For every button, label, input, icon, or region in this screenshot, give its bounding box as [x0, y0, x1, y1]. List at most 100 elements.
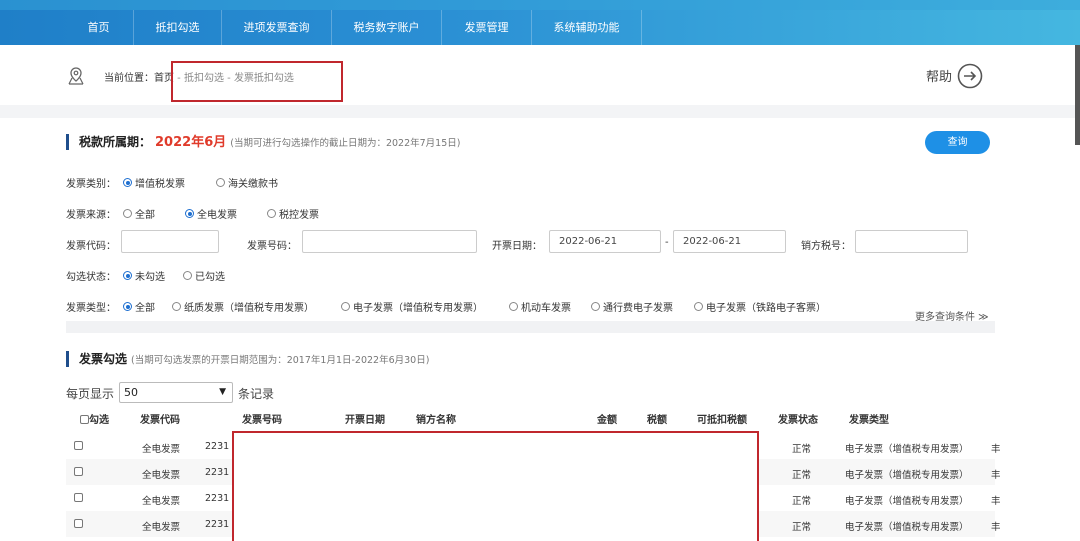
highlight-box	[171, 61, 343, 102]
radio-customs-bill[interactable]: 海关缴款书	[216, 175, 278, 190]
radio-type-railway[interactable]: 电子发票（铁路电子客票）	[694, 299, 826, 314]
row-tail: 丰	[991, 496, 1001, 507]
row-code: 2231	[205, 441, 230, 452]
radio-unselected[interactable]	[694, 302, 703, 311]
row-status: 正常	[792, 496, 812, 507]
row-source: 全电发票	[142, 496, 181, 507]
nav-home[interactable]: 首页	[64, 10, 134, 45]
nav-invoice-management[interactable]: 发票管理	[442, 10, 532, 45]
radio-checked[interactable]: 已勾选	[183, 268, 225, 283]
option-label: 电子发票（增值税专用发票）	[353, 303, 483, 314]
row-checkbox[interactable]	[74, 467, 83, 476]
col-status: 发票状态	[778, 415, 818, 426]
query-button[interactable]: 查询	[925, 131, 990, 154]
col-check-label: 勾选	[89, 415, 109, 426]
col-deductible-tax: 可抵扣税额	[697, 415, 747, 426]
radio-type-toll[interactable]: 通行费电子发票	[591, 299, 673, 314]
invoice-code-input[interactable]	[121, 230, 219, 253]
radio-vat-invoice[interactable]: 增值税发票	[123, 175, 185, 190]
issue-date-label: 开票日期：	[492, 241, 542, 252]
radio-source-all[interactable]: 全部	[123, 206, 155, 221]
option-label: 增值税发票	[135, 179, 185, 190]
option-label: 已勾选	[195, 272, 225, 283]
radio-unselected[interactable]	[216, 178, 225, 187]
radio-unselected[interactable]	[123, 209, 132, 218]
nav-deduction[interactable]: 抵扣勾选	[134, 10, 222, 45]
radio-source-full-electronic[interactable]: 全电发票	[185, 206, 237, 221]
radio-unselected[interactable]	[341, 302, 350, 311]
nav-system-tools[interactable]: 系统辅助功能	[532, 10, 642, 45]
tax-period-value: 2022年6月	[155, 135, 227, 150]
radio-unselected[interactable]	[509, 302, 518, 311]
col-invoice-type: 发票类型	[849, 415, 889, 426]
col-invoice-number: 发票号码	[242, 415, 282, 426]
invoice-number-label: 发票号码：	[247, 241, 297, 252]
select-all-checkbox[interactable]	[80, 415, 89, 424]
redacted-area	[232, 431, 759, 541]
col-issue-date: 开票日期	[345, 415, 385, 426]
top-nav: 首页 抵扣勾选 进项发票查询 税务数字账户 发票管理 系统辅助功能	[0, 0, 1080, 45]
section-divider	[0, 105, 1075, 118]
radio-selected[interactable]	[123, 178, 132, 187]
tax-period-heading: 税款所属期： 2022年6月 (当期可进行勾选操作的截止日期为：2022年7月15日…	[66, 134, 460, 150]
invoice-source-label: 发票来源：	[66, 210, 116, 221]
row-status: 正常	[792, 470, 812, 481]
row-type: 电子发票（增值税专用发票）	[845, 444, 969, 455]
arrow-right-circle-icon[interactable]	[957, 63, 983, 89]
seller-tax-id-input[interactable]	[855, 230, 968, 253]
row-checkbox[interactable]	[74, 519, 83, 528]
row-code: 2231	[205, 467, 230, 478]
option-label: 通行费电子发票	[603, 303, 673, 314]
nav-tax-digital-account[interactable]: 税务数字账户	[332, 10, 442, 45]
radio-source-tax-control[interactable]: 税控发票	[267, 206, 319, 221]
row-checkbox[interactable]	[74, 493, 83, 502]
radio-type-all[interactable]: 全部	[123, 299, 155, 314]
row-tail: 丰	[991, 470, 1001, 481]
date-to-input[interactable]: 2022-06-21	[673, 230, 786, 253]
option-label: 机动车发票	[521, 303, 571, 314]
radio-unchecked[interactable]: 未勾选	[123, 268, 165, 283]
invoice-number-input[interactable]	[302, 230, 477, 253]
radio-unselected[interactable]	[267, 209, 276, 218]
nav-input-invoice-query[interactable]: 进项发票查询	[222, 10, 332, 45]
radio-selected[interactable]	[185, 209, 194, 218]
radio-type-paper-vat[interactable]: 纸质发票（增值税专用发票）	[172, 299, 314, 314]
option-label: 纸质发票（增值税专用发票）	[184, 303, 314, 314]
row-type: 电子发票（增值税专用发票）	[845, 470, 969, 481]
scrollbar[interactable]	[1075, 45, 1080, 145]
row-status: 正常	[792, 444, 812, 455]
radio-selected[interactable]	[123, 302, 132, 311]
selection-heading: 发票勾选 (当期可勾选发票的开票日期范围为：2017年1月1日-2022年6月30…	[66, 351, 429, 367]
option-label: 电子发票（铁路电子客票）	[706, 303, 826, 314]
radio-selected[interactable]	[123, 271, 132, 280]
radio-unselected[interactable]	[591, 302, 600, 311]
more-conditions-toggle[interactable]: 更多查询条件 ≫	[915, 308, 989, 323]
row-checkbox[interactable]	[74, 441, 83, 450]
radio-unselected[interactable]	[183, 271, 192, 280]
row-code: 2231	[205, 493, 230, 504]
per-page-select[interactable]: 50 ▼	[119, 382, 233, 403]
radio-type-electronic-vat[interactable]: 电子发票（增值税专用发票）	[341, 299, 483, 314]
tax-period-label: 税款所属期：	[79, 135, 152, 149]
col-tax: 税额	[647, 415, 667, 426]
date-from-input[interactable]: 2022-06-21	[549, 230, 661, 253]
col-check: 勾选	[80, 411, 109, 426]
per-page-value: 50	[124, 386, 138, 399]
invoice-type-label: 发票类型：	[66, 303, 116, 314]
col-seller-name: 销方名称	[416, 415, 456, 426]
row-source: 全电发票	[142, 522, 181, 533]
row-type: 电子发票（增值税专用发票）	[845, 496, 969, 507]
help-link[interactable]: 帮助	[926, 66, 952, 85]
per-page-label: 每页显示	[66, 387, 115, 401]
row-tail: 丰	[991, 522, 1001, 533]
col-amount: 金额	[597, 415, 617, 426]
row-code: 2231	[205, 519, 230, 530]
more-conditions-band	[66, 321, 995, 333]
option-label: 全电发票	[197, 210, 237, 221]
radio-type-vehicle[interactable]: 机动车发票	[509, 299, 571, 314]
location-icon	[68, 67, 84, 85]
invoice-category-label: 发票类别：	[66, 179, 116, 190]
radio-unselected[interactable]	[172, 302, 181, 311]
seller-tax-id-label: 销方税号：	[801, 241, 851, 252]
col-invoice-code: 发票代码	[140, 415, 180, 426]
